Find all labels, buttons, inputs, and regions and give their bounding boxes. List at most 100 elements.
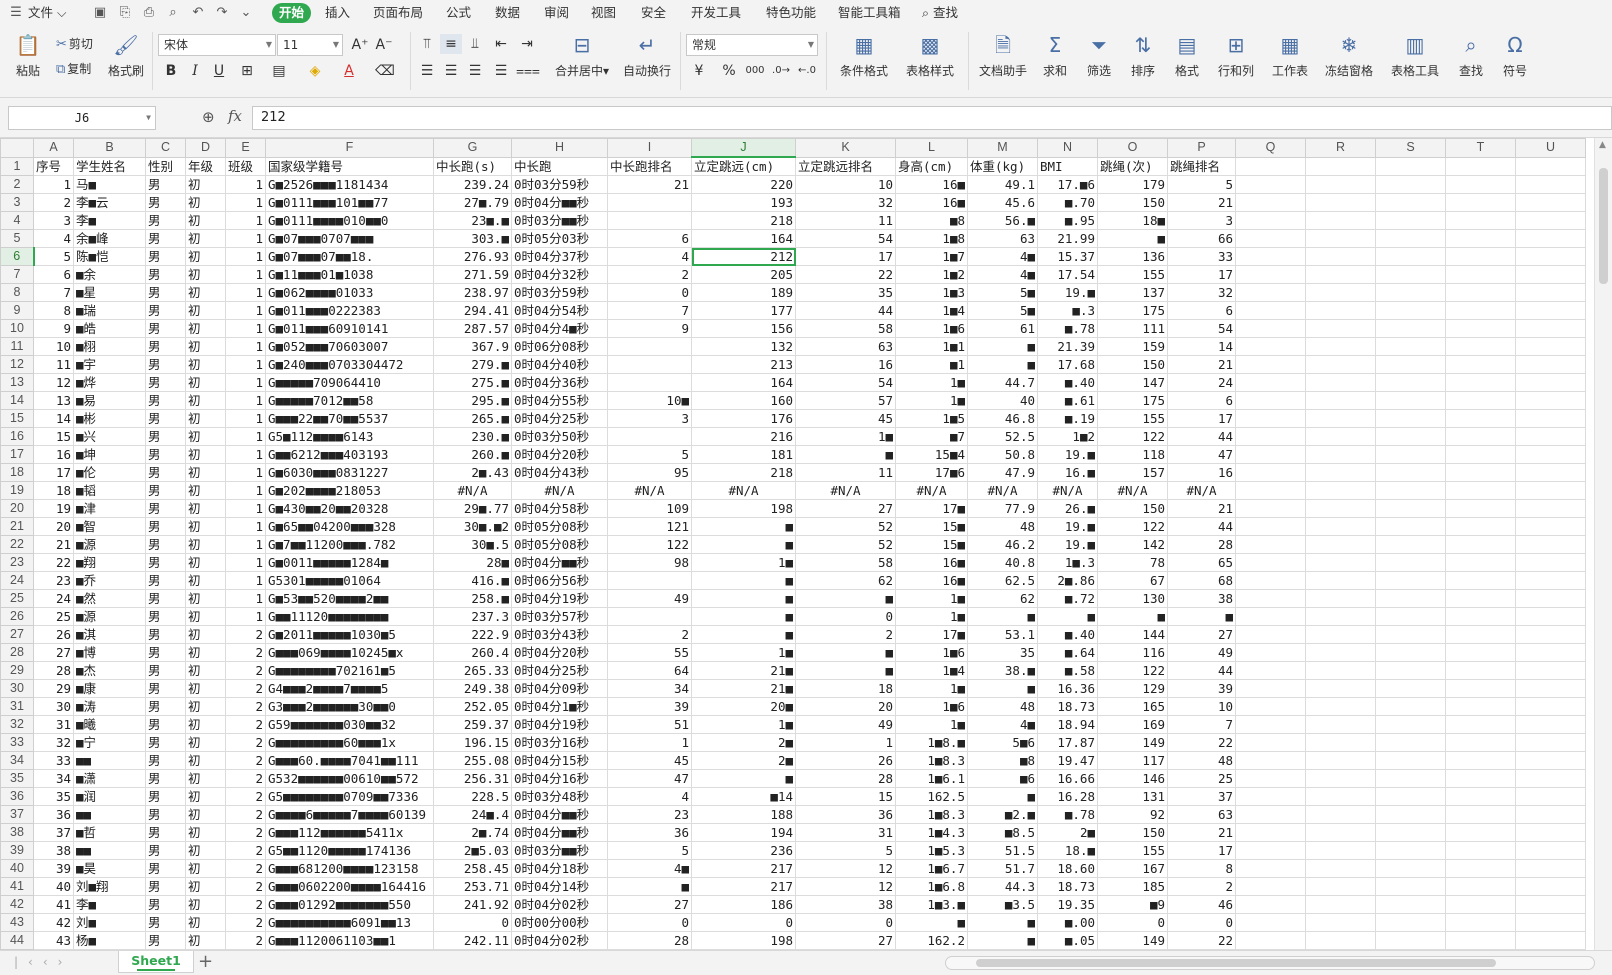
data-cell[interactable]: 196.15: [433, 733, 512, 752]
data-cell[interactable]: G■07■■■0707■■■: [265, 229, 434, 248]
data-cell[interactable]: 271.59: [433, 265, 512, 284]
data-cell[interactable]: ■6: [967, 769, 1038, 788]
data-cell[interactable]: 男: [145, 679, 186, 698]
column-header-g[interactable]: G: [433, 138, 512, 158]
empty-cell[interactable]: [1445, 823, 1516, 842]
data-cell[interactable]: 初: [185, 373, 226, 392]
data-cell[interactable]: 初: [185, 247, 226, 266]
data-cell[interactable]: 150: [1097, 355, 1168, 374]
data-cell[interactable]: ■博: [73, 643, 146, 662]
data-cell[interactable]: [607, 373, 692, 392]
data-cell[interactable]: 男: [145, 211, 186, 230]
empty-cell[interactable]: [1235, 805, 1306, 824]
data-cell[interactable]: #N/A: [607, 481, 692, 500]
empty-cell[interactable]: [1235, 499, 1306, 518]
undo-icon[interactable]: ↶: [190, 5, 206, 21]
data-cell[interactable]: 16■: [895, 175, 968, 194]
data-cell[interactable]: 46.2: [967, 535, 1038, 554]
data-cell[interactable]: 111: [1097, 319, 1168, 338]
data-cell[interactable]: 0时03分16秒: [511, 733, 608, 752]
data-cell[interactable]: ■昊: [73, 859, 146, 878]
data-cell[interactable]: 2: [225, 733, 266, 752]
data-cell[interactable]: 2■.86: [1037, 571, 1098, 590]
data-cell[interactable]: 初: [185, 211, 226, 230]
data-cell[interactable]: 10: [33, 337, 74, 356]
data-cell[interactable]: #N/A: [1167, 481, 1236, 500]
empty-cell[interactable]: [1305, 589, 1376, 608]
row-header[interactable]: 13: [0, 373, 34, 392]
data-cell[interactable]: 109: [607, 499, 692, 518]
data-cell[interactable]: 230.■: [433, 427, 512, 446]
row-header[interactable]: 17: [0, 445, 34, 464]
data-cell[interactable]: 38: [795, 895, 896, 914]
empty-cell[interactable]: [1515, 661, 1586, 680]
data-cell[interactable]: 17■: [895, 499, 968, 518]
empty-cell[interactable]: [1305, 769, 1376, 788]
data-cell[interactable]: 122: [1097, 517, 1168, 536]
empty-cell[interactable]: [1515, 571, 1586, 590]
data-cell[interactable]: 男: [145, 751, 186, 770]
empty-cell[interactable]: [1375, 391, 1446, 410]
data-cell[interactable]: 2■.74: [433, 823, 512, 842]
data-cell[interactable]: 29■.77: [433, 499, 512, 518]
empty-cell[interactable]: [1375, 517, 1446, 536]
data-cell[interactable]: 77.9: [967, 499, 1038, 518]
row-header[interactable]: 8: [0, 283, 34, 302]
data-cell[interactable]: 3: [33, 211, 74, 230]
data-cell[interactable]: 初: [185, 895, 226, 914]
data-cell[interactable]: 16: [1167, 463, 1236, 482]
data-cell[interactable]: 2: [1167, 877, 1236, 896]
data-cell[interactable]: G■■■1120061103■■1: [265, 931, 434, 950]
fill-color-icon[interactable]: ◈: [304, 61, 326, 81]
data-cell[interactable]: 14: [1167, 337, 1236, 356]
horizontal-scrollbar[interactable]: [945, 956, 1595, 970]
empty-cell[interactable]: [1445, 193, 1516, 212]
row-header[interactable]: 19: [0, 481, 34, 500]
data-cell[interactable]: 10■: [607, 391, 692, 410]
empty-cell[interactable]: [1375, 156, 1446, 176]
data-cell[interactable]: 6: [1167, 391, 1236, 410]
data-cell[interactable]: G■■■■■■■■702161■5: [265, 661, 434, 680]
data-cell[interactable]: G5■112■■■■6143: [265, 427, 434, 446]
data-cell[interactable]: 初: [185, 787, 226, 806]
data-cell[interactable]: 男: [145, 769, 186, 788]
data-cell[interactable]: 39: [607, 697, 692, 716]
data-cell[interactable]: 193: [691, 193, 796, 212]
align-top-icon[interactable]: ⫪: [416, 34, 438, 54]
empty-cell[interactable]: [1515, 697, 1586, 716]
data-cell[interactable]: G■6030■■■0831227: [265, 463, 434, 482]
data-cell[interactable]: 1: [607, 733, 692, 752]
row-header[interactable]: 30: [0, 679, 34, 698]
data-cell[interactable]: 44: [1167, 661, 1236, 680]
sort-button[interactable]: ⇅ 排序: [1124, 32, 1162, 79]
data-cell[interactable]: 0: [607, 283, 692, 302]
data-cell[interactable]: 49: [1167, 643, 1236, 662]
data-cell[interactable]: 0时04分02秒: [511, 931, 608, 950]
data-cell[interactable]: 0时04分14秒: [511, 877, 608, 896]
data-cell[interactable]: ■.95: [1037, 211, 1098, 230]
data-cell[interactable]: 17■6: [895, 463, 968, 482]
empty-cell[interactable]: [1305, 625, 1376, 644]
scroll-up-icon[interactable]: ▲: [1599, 140, 1606, 150]
data-cell[interactable]: 18.73: [1037, 697, 1098, 716]
data-cell[interactable]: 122: [1097, 661, 1168, 680]
data-cell[interactable]: G■■■22■■70■■5537: [265, 409, 434, 428]
data-cell[interactable]: 265.■: [433, 409, 512, 428]
data-cell[interactable]: 249.38: [433, 679, 512, 698]
empty-cell[interactable]: [1515, 391, 1586, 410]
data-cell[interactable]: 56.■: [967, 211, 1038, 230]
empty-cell[interactable]: [1515, 301, 1586, 320]
data-cell[interactable]: 2: [225, 715, 266, 734]
data-cell[interactable]: ■兴: [73, 427, 146, 446]
empty-cell[interactable]: [1305, 229, 1376, 248]
data-cell[interactable]: ■■: [73, 841, 146, 860]
data-cell[interactable]: 39: [1167, 679, 1236, 698]
data-cell[interactable]: 68: [1167, 571, 1236, 590]
empty-cell[interactable]: [1515, 427, 1586, 446]
data-cell[interactable]: 15■: [895, 517, 968, 536]
data-cell[interactable]: 15.37: [1037, 247, 1098, 266]
data-cell[interactable]: 33: [33, 751, 74, 770]
empty-cell[interactable]: [1235, 319, 1306, 338]
data-cell[interactable]: 17.54: [1037, 265, 1098, 284]
empty-cell[interactable]: [1375, 823, 1446, 842]
